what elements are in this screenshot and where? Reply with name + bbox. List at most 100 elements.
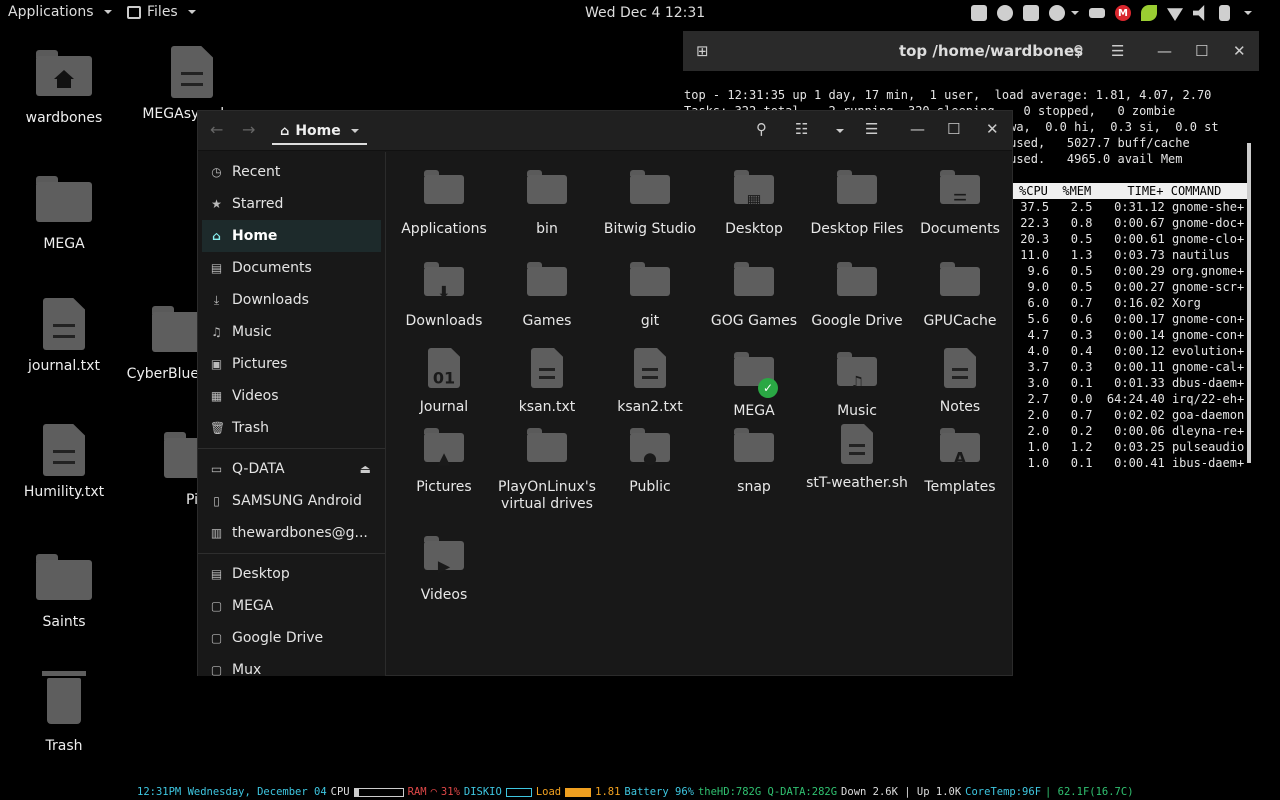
file-item-ksan-txt[interactable]: ksan.txt [495, 344, 599, 416]
sidebar-item-google-drive[interactable]: ▢ Google Drive [198, 622, 385, 654]
menu-icon[interactable]: ☰ [865, 120, 878, 138]
desktop-icon-trash[interactable]: Trash [4, 671, 124, 754]
file-item-mega[interactable]: ✓ MEGA [702, 344, 806, 420]
clock[interactable]: Wed Dec 4 12:31 [585, 5, 705, 21]
file-item-playonlinux-s-virtual-drives[interactable]: PlayOnLinux's virtual drives [495, 420, 599, 513]
indicator-icon[interactable] [1049, 5, 1065, 21]
desktop-icon-journal[interactable]: journal.txt [4, 296, 124, 374]
file-item-videos[interactable]: ▶ Videos [392, 528, 496, 604]
terminal-scrollbar[interactable] [1247, 143, 1251, 463]
menu-icon[interactable]: ☰ [1111, 42, 1124, 60]
text-file-icon [626, 348, 674, 396]
process-row: 9.6 0.5 0:00.29 org.gnome+ [1013, 264, 1245, 278]
file-item-notes[interactable]: Notes [908, 344, 1012, 416]
process-list: 37.5 2.5 0:31.12 gnome-she+ 22.3 0.8 0:0… [1013, 199, 1259, 471]
mail-icon[interactable] [971, 5, 987, 21]
path-bar-home[interactable]: ⌂ Home [272, 119, 367, 145]
templates-folder-icon: A [936, 428, 984, 476]
sidebar-item-samsung[interactable]: ▯ SAMSUNG Android [198, 485, 385, 517]
system-tray: M [971, 5, 1252, 21]
close-icon[interactable]: ✕ [1233, 42, 1246, 60]
sidebar-item-recent[interactable]: ◷ Recent [198, 156, 385, 188]
file-item-public[interactable]: ● Public [598, 420, 702, 496]
chevron-down-icon[interactable] [836, 129, 844, 133]
conky-weather: | 62.1F(16.7C) [1045, 786, 1134, 798]
sidebar-item-music[interactable]: ♫ Music [198, 316, 385, 348]
file-item-bitwig-studio[interactable]: Bitwig Studio [598, 162, 702, 238]
maximize-icon[interactable]: ☐ [1195, 42, 1208, 60]
sidebar-item-videos[interactable]: ▦ Videos [198, 380, 385, 412]
file-item-games[interactable]: Games [495, 254, 599, 330]
applications-menu[interactable]: Applications [8, 4, 112, 20]
desktop-icon-label: MEGA [43, 236, 85, 252]
sidebar-item-documents[interactable]: ▤ Documents [198, 252, 385, 284]
search-icon[interactable]: ⚲ [1073, 42, 1084, 60]
back-icon[interactable]: ← [210, 120, 223, 139]
mega-tray-icon[interactable]: M [1115, 5, 1131, 21]
file-item-documents[interactable]: ☰ Documents [908, 162, 1012, 238]
maximize-icon[interactable]: ☐ [947, 120, 960, 138]
file-item-git[interactable]: git [598, 254, 702, 330]
sidebar-item-pictures[interactable]: ▣ Pictures [198, 348, 385, 380]
files-window[interactable]: ← → ⌂ Home ⚲ ☷ ☰ — ☐ ✕ ◷ Recent ★ Starred … [197, 110, 1013, 676]
file-item-ksan2-txt[interactable]: ksan2.txt [598, 344, 702, 416]
eject-icon[interactable]: ⏏ [360, 462, 371, 476]
sidebar-item-label: Desktop [232, 566, 290, 582]
chevron-down-icon[interactable] [1244, 11, 1252, 15]
desktop-icon-saints[interactable]: Saints [4, 548, 124, 630]
file-item-downloads[interactable]: ⬇ Downloads [392, 254, 496, 330]
sidebar-item-q-data[interactable]: ▭ Q-DATA ⏏ [198, 453, 385, 485]
desktop-icon-humility[interactable]: Humility.txt [4, 422, 124, 500]
desktop-icon-home[interactable]: wardbones [4, 44, 124, 126]
search-icon[interactable]: ⚲ [756, 120, 767, 138]
forward-icon[interactable]: → [242, 120, 255, 139]
sidebar-item-mega[interactable]: ▢ MEGA [198, 590, 385, 622]
desktop-icon-mega[interactable]: MEGA [4, 170, 124, 252]
file-item-journal[interactable]: 01 Journal [392, 344, 496, 416]
sidebar-item-label: Q-DATA [232, 461, 285, 477]
desktop-icon: ▦ [730, 170, 778, 218]
file-item-applications[interactable]: Applications [392, 162, 496, 238]
close-icon[interactable]: ✕ [986, 120, 999, 138]
sidebar-item-trash[interactable]: 🗑 Trash [198, 412, 385, 444]
file-item-desktop[interactable]: ▦ Desktop [702, 162, 806, 238]
sidebar-item-home[interactable]: ⌂ Home [202, 220, 381, 252]
sidebar-item-account[interactable]: ▥ thewardbones@g... [198, 517, 385, 549]
files-app-menu[interactable]: Files [127, 4, 196, 20]
file-item-desktop-files[interactable]: Desktop Files [805, 162, 909, 238]
drive-tray-icon[interactable] [1089, 8, 1105, 18]
list-view-icon[interactable]: ☷ [795, 120, 808, 138]
file-item-bin[interactable]: bin [495, 162, 599, 238]
screen-icon[interactable] [1023, 5, 1039, 21]
volume-icon[interactable] [1193, 5, 1205, 21]
file-item-label: snap [737, 479, 771, 495]
sidebar-item-desktop[interactable]: ▤ Desktop [198, 558, 385, 590]
file-item-label: Desktop [725, 221, 783, 237]
coffee-icon[interactable] [997, 5, 1013, 21]
process-row: 22.3 0.8 0:00.67 gnome-doc+ [1013, 216, 1245, 230]
file-item-music[interactable]: ♫ Music [805, 344, 909, 420]
folder-icon [626, 170, 674, 218]
pictures-icon: ▣ [210, 357, 223, 371]
conky-cpu-label: CPU [330, 786, 350, 798]
file-item-snap[interactable]: snap [702, 420, 806, 496]
sidebar-item-mux[interactable]: ▢ Mux [198, 654, 385, 676]
chevron-down-icon[interactable] [1071, 11, 1079, 15]
process-row: 20.3 0.5 0:00.61 gnome-clo+ [1013, 232, 1245, 246]
battery-icon[interactable] [1219, 5, 1230, 21]
process-row: 37.5 2.5 0:31.12 gnome-she+ [1013, 200, 1245, 214]
sidebar-item-starred[interactable]: ★ Starred [198, 188, 385, 220]
minimize-icon[interactable]: — [1157, 42, 1172, 60]
wifi-icon[interactable] [1167, 8, 1183, 21]
leaf-icon[interactable] [1141, 5, 1157, 21]
file-item-pictures[interactable]: ▲ Pictures [392, 420, 496, 496]
minimize-icon[interactable]: — [910, 120, 925, 138]
file-item-stt-weather-sh[interactable]: stT-weather.sh [805, 420, 909, 492]
file-item-gog-games[interactable]: GOG Games [702, 254, 806, 330]
document-icon [43, 424, 85, 476]
file-item-google-drive[interactable]: Google Drive [805, 254, 909, 330]
sidebar-item-downloads[interactable]: ⤓ Downloads [198, 284, 385, 316]
file-item-gpucache[interactable]: GPUCache [908, 254, 1012, 330]
file-item-label: Pictures [416, 479, 472, 495]
file-item-templates[interactable]: A Templates [908, 420, 1012, 496]
